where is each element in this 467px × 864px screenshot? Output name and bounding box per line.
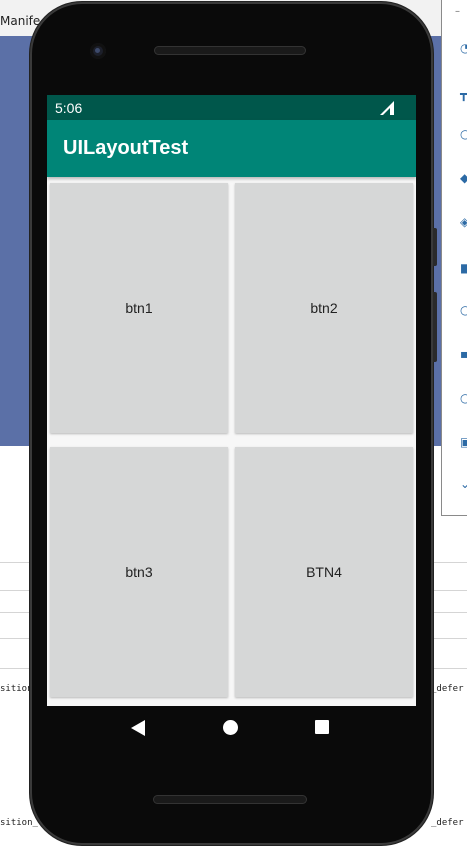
device-screen: 5:06 UILayoutTest btn1 btn2 btn3 BTN4 xyxy=(47,95,416,706)
app-bar: UILayoutTest xyxy=(47,120,416,177)
top-speaker xyxy=(154,46,306,55)
tool-icon-9[interactable]: ○ xyxy=(460,392,467,404)
ide-code-text-left-2: sition_ xyxy=(0,818,38,828)
recents-icon[interactable] xyxy=(315,720,329,734)
ide-right-toolbar: – ◔ ┳ ○ ◆ ◈ ■ ○ ▪ ○ ▣ ⌄ xyxy=(441,0,467,516)
ide-code-text-right-1: _defer xyxy=(431,684,464,694)
signal-icon xyxy=(380,101,394,115)
power-button[interactable] xyxy=(433,292,437,362)
tool-icon-3[interactable]: ○ xyxy=(460,128,467,140)
btn1-button[interactable]: btn1 xyxy=(50,183,228,433)
button-grid: btn1 btn2 btn3 BTN4 xyxy=(47,179,416,700)
tool-icon-4[interactable]: ◆ xyxy=(460,172,467,184)
front-camera-icon xyxy=(90,43,106,59)
phone-frame: 5:06 UILayoutTest btn1 btn2 btn3 BTN4 xyxy=(30,2,437,845)
status-time: 5:06 xyxy=(55,100,83,116)
status-bar: 5:06 xyxy=(47,95,416,120)
tool-icon-10[interactable]: ▣ xyxy=(460,436,467,448)
tool-icon-7[interactable]: ○ xyxy=(460,304,467,316)
bottom-speaker xyxy=(153,795,307,804)
minimize-icon[interactable]: – xyxy=(455,6,460,17)
ide-code-text-right-2: _defer xyxy=(431,818,464,828)
btn3-button[interactable]: btn3 xyxy=(50,447,228,697)
tool-icon-8[interactable]: ▪ xyxy=(460,348,467,360)
volume-button[interactable] xyxy=(433,228,437,266)
app-title: UILayoutTest xyxy=(63,137,189,159)
home-icon[interactable] xyxy=(223,720,238,735)
tool-icon-6[interactable]: ■ xyxy=(460,262,467,274)
phone-top-bezel xyxy=(30,2,433,96)
tool-icon-2[interactable]: ┳ xyxy=(460,88,467,100)
btn4-button[interactable]: BTN4 xyxy=(235,447,413,697)
tool-icon-1[interactable]: ◔ xyxy=(460,42,467,54)
btn2-button[interactable]: btn2 xyxy=(235,183,413,433)
navigation-bar xyxy=(47,706,416,754)
tool-icon-5[interactable]: ◈ xyxy=(460,216,467,228)
back-icon[interactable] xyxy=(131,720,145,736)
tool-icon-11[interactable]: ⌄ xyxy=(460,478,467,490)
